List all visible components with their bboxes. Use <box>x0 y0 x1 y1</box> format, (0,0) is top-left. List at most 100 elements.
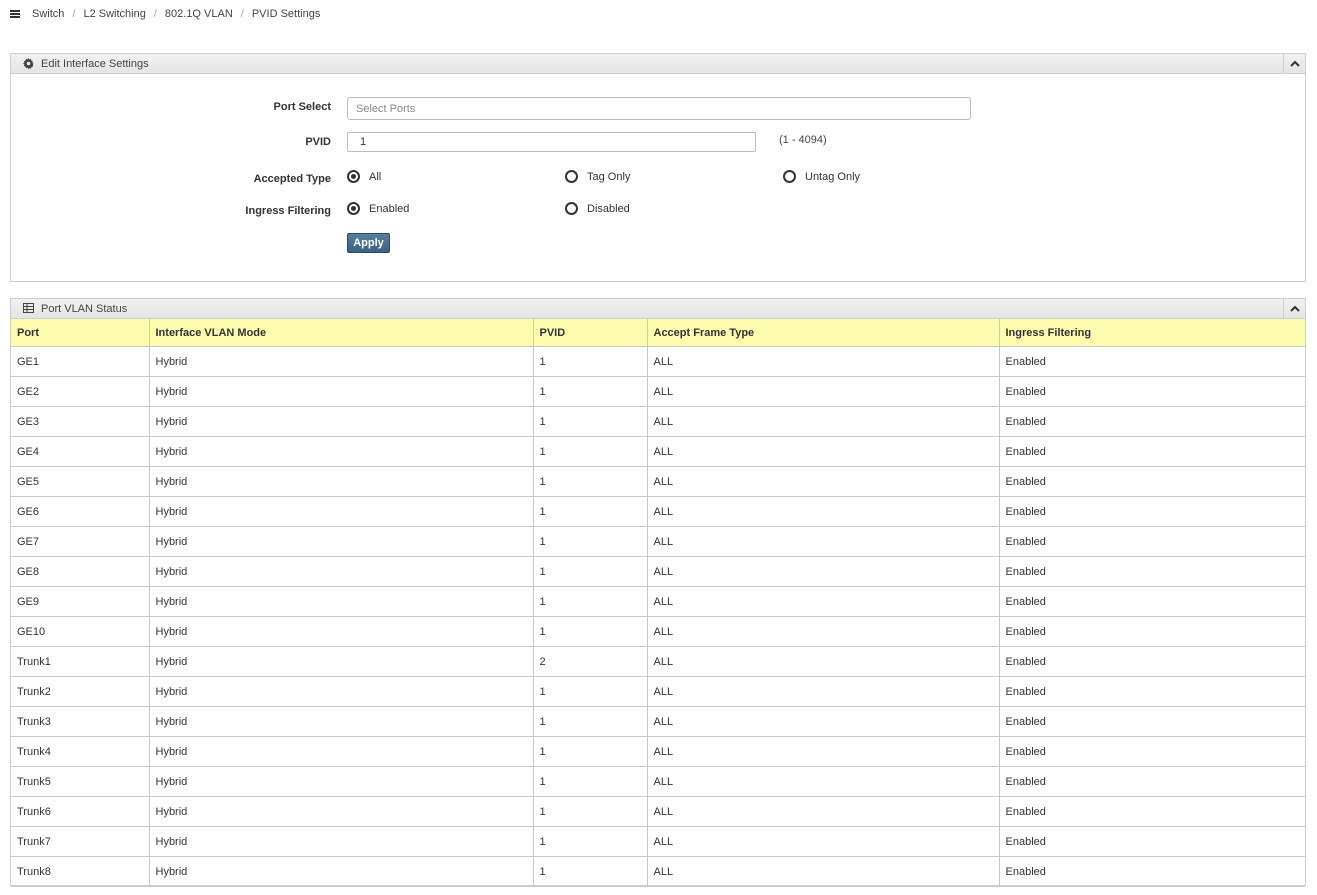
radio-checked-icon <box>347 202 360 215</box>
ingress-filtering-cell: Enabled <box>999 586 1305 617</box>
accept-frame-type-cell: ALL <box>647 676 1000 707</box>
table-row[interactable]: Trunk5 Hybrid 1 ALL Enabled <box>11 766 1305 797</box>
table-row[interactable]: Trunk6 Hybrid 1 ALL Enabled <box>11 796 1305 827</box>
ingress-filtering-cell: Enabled <box>999 766 1305 797</box>
radio-unchecked-icon <box>783 170 796 183</box>
table-row[interactable]: GE5 Hybrid 1 ALL Enabled <box>11 466 1305 497</box>
chevron-up-icon[interactable] <box>1283 299 1305 318</box>
table-row[interactable]: GE6 Hybrid 1 ALL Enabled <box>11 496 1305 527</box>
ingress-filtering-cell: Enabled <box>999 736 1305 767</box>
vlan-mode-cell: Hybrid <box>149 586 534 617</box>
table-row[interactable]: GE10 Hybrid 1 ALL Enabled <box>11 616 1305 647</box>
table-row[interactable]: Trunk7 Hybrid 1 ALL Enabled <box>11 826 1305 857</box>
vlan-mode-cell: Hybrid <box>149 436 534 467</box>
accept-frame-type-cell: ALL <box>647 406 1000 437</box>
apply-button[interactable]: Apply <box>347 233 390 253</box>
ingress-enabled-label: Enabled <box>369 202 410 215</box>
edit-panel-title: Edit Interface Settings <box>41 57 149 70</box>
accepted-type-tag-only-radio[interactable]: Tag Only <box>565 170 630 183</box>
vlan-mode-cell: Hybrid <box>149 556 534 587</box>
port-cell: Trunk3 <box>11 706 150 737</box>
breadcrumb-l2-switching[interactable]: L2 Switching <box>83 8 145 20</box>
table-row[interactable]: GE1 Hybrid 1 ALL Enabled <box>11 346 1305 377</box>
ingress-enabled-radio[interactable]: Enabled <box>347 202 409 215</box>
port-cell: GE2 <box>11 376 150 407</box>
table-header-row: Port Interface VLAN Mode PVID Accept Fra… <box>11 319 1305 347</box>
accept-frame-type-cell: ALL <box>647 346 1000 377</box>
port-vlan-status-table: Port Interface VLAN Mode PVID Accept Fra… <box>11 319 1305 887</box>
vlan-mode-cell: Hybrid <box>149 466 534 497</box>
port-cell: GE4 <box>11 436 150 467</box>
table-row[interactable]: Trunk2 Hybrid 1 ALL Enabled <box>11 676 1305 707</box>
column-header-interface-vlan-mode[interactable]: Interface VLAN Mode <box>149 319 534 347</box>
port-cell: Trunk1 <box>11 646 150 677</box>
ingress-filtering-cell: Enabled <box>999 436 1305 467</box>
hamburger-menu-icon[interactable] <box>10 10 20 18</box>
breadcrumb-8021q-vlan[interactable]: 802.1Q VLAN <box>165 8 233 20</box>
table-row[interactable]: Trunk3 Hybrid 1 ALL Enabled <box>11 706 1305 737</box>
pvid-cell: 1 <box>533 346 648 377</box>
accepted-type-untag-only-radio[interactable]: Untag Only <box>783 170 860 183</box>
table-row[interactable]: GE7 Hybrid 1 ALL Enabled <box>11 526 1305 557</box>
table-row[interactable]: GE3 Hybrid 1 ALL Enabled <box>11 406 1305 437</box>
accepted-type-all-radio[interactable]: All <box>347 170 381 183</box>
port-cell: Trunk2 <box>11 676 150 707</box>
accept-frame-type-cell: ALL <box>647 526 1000 557</box>
ingress-filtering-cell: Enabled <box>999 526 1305 557</box>
pvid-cell: 1 <box>533 766 648 797</box>
ingress-filtering-cell: Enabled <box>999 826 1305 857</box>
chevron-up-icon[interactable] <box>1283 54 1305 73</box>
edit-interface-settings-panel: Edit Interface Settings Port Select PVID… <box>10 53 1306 282</box>
ingress-filtering-cell: Enabled <box>999 346 1305 377</box>
table-row[interactable]: Trunk1 Hybrid 2 ALL Enabled <box>11 646 1305 677</box>
pvid-cell: 1 <box>533 616 648 647</box>
column-header-accept-frame-type[interactable]: Accept Frame Type <box>647 319 1000 347</box>
vlan-mode-cell: Hybrid <box>149 796 534 827</box>
port-vlan-status-panel: Port VLAN Status Port Interface VLAN Mod… <box>10 298 1306 887</box>
vlan-mode-cell: Hybrid <box>149 826 534 857</box>
pvid-cell: 1 <box>533 796 648 827</box>
accept-frame-type-cell: ALL <box>647 736 1000 767</box>
accept-frame-type-cell: ALL <box>647 466 1000 497</box>
column-header-ingress-filtering[interactable]: Ingress Filtering <box>999 319 1305 347</box>
table-row[interactable]: GE4 Hybrid 1 ALL Enabled <box>11 436 1305 467</box>
port-cell: GE10 <box>11 616 150 647</box>
port-select-input[interactable] <box>347 97 971 120</box>
port-select-label: Port Select <box>273 101 331 113</box>
breadcrumb-separator: / <box>72 8 76 20</box>
table-icon <box>23 303 34 314</box>
port-cell: GE6 <box>11 496 150 527</box>
edit-panel-header: Edit Interface Settings <box>11 54 1305 74</box>
vlan-mode-cell: Hybrid <box>149 496 534 527</box>
vlan-mode-cell: Hybrid <box>149 526 534 557</box>
pvid-cell: 1 <box>533 706 648 737</box>
table-row[interactable]: GE9 Hybrid 1 ALL Enabled <box>11 586 1305 617</box>
accept-frame-type-cell: ALL <box>647 436 1000 467</box>
breadcrumb-switch[interactable]: Switch <box>32 8 64 20</box>
pvid-cell: 1 <box>533 496 648 527</box>
port-cell: GE3 <box>11 406 150 437</box>
ingress-disabled-label: Disabled <box>587 202 630 215</box>
status-panel-title: Port VLAN Status <box>41 302 128 315</box>
accept-frame-type-cell: ALL <box>647 616 1000 647</box>
vlan-mode-cell: Hybrid <box>149 646 534 677</box>
column-header-port[interactable]: Port <box>11 319 150 347</box>
column-header-pvid[interactable]: PVID <box>533 319 648 347</box>
accept-frame-type-cell: ALL <box>647 826 1000 857</box>
ingress-filtering-cell: Enabled <box>999 706 1305 737</box>
table-row[interactable]: GE8 Hybrid 1 ALL Enabled <box>11 556 1305 587</box>
accept-frame-type-cell: ALL <box>647 376 1000 407</box>
ingress-disabled-radio[interactable]: Disabled <box>565 202 630 215</box>
vlan-mode-cell: Hybrid <box>149 766 534 797</box>
radio-unchecked-icon <box>565 202 578 215</box>
table-row[interactable]: GE2 Hybrid 1 ALL Enabled <box>11 376 1305 407</box>
pvid-label: PVID <box>305 136 331 148</box>
table-row[interactable]: Trunk4 Hybrid 1 ALL Enabled <box>11 736 1305 767</box>
accept-frame-type-cell: ALL <box>647 586 1000 617</box>
ingress-filtering-cell: Enabled <box>999 556 1305 587</box>
breadcrumb-separator: / <box>240 8 244 20</box>
vlan-mode-cell: Hybrid <box>149 376 534 407</box>
table-row[interactable]: Trunk8 Hybrid 1 ALL Enabled <box>11 856 1305 887</box>
port-cell: Trunk8 <box>11 856 150 887</box>
pvid-input[interactable] <box>347 132 756 152</box>
